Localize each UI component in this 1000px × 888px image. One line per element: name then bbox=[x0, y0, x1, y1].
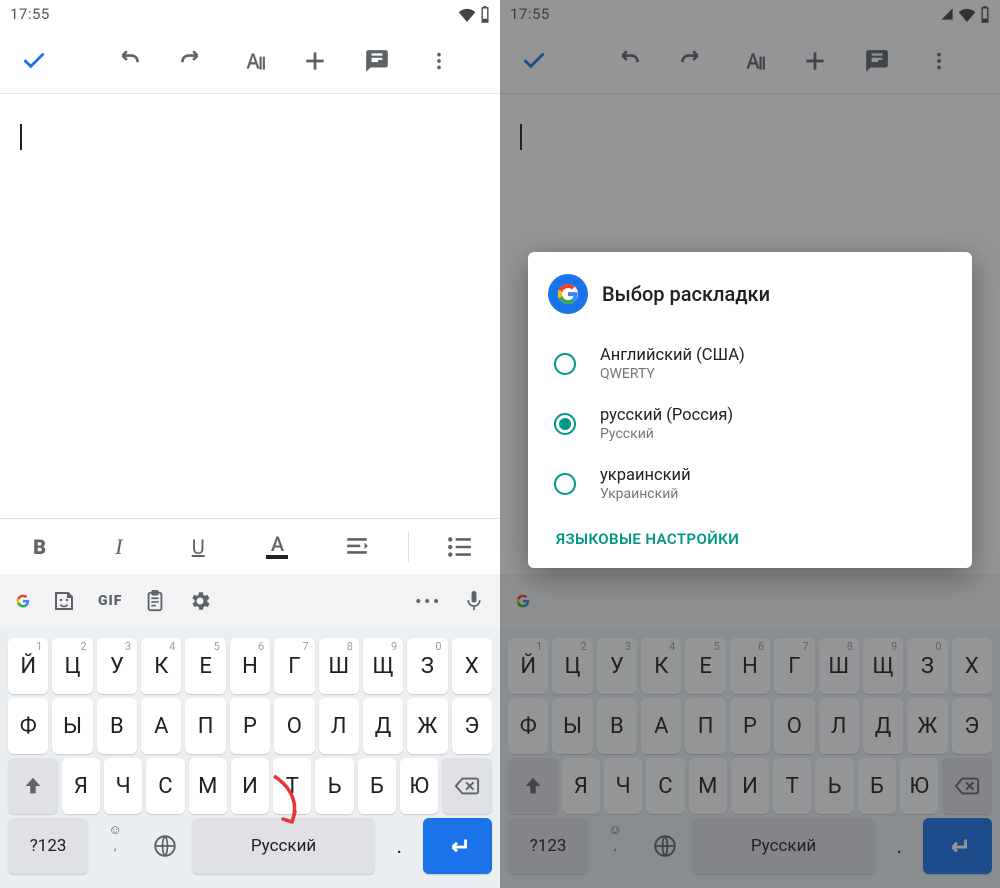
overflow-button[interactable] bbox=[411, 33, 467, 89]
key-Ы[interactable]: Ы bbox=[52, 698, 92, 754]
key-Х[interactable]: Х bbox=[452, 638, 492, 694]
option-labels: Английский (США)QWERTY bbox=[600, 346, 745, 382]
text-format-button[interactable] bbox=[225, 33, 281, 89]
document-area[interactable] bbox=[0, 94, 500, 518]
key-Щ[interactable]: Щ9 bbox=[363, 638, 403, 694]
key-row-1: Й1Ц2У3К4Е5Н6Г7Ш8Щ9З0Х bbox=[6, 638, 494, 694]
dialog-header: Выбор раскладки bbox=[548, 274, 952, 314]
layout-picker-dialog: Выбор раскладки Английский (США)QWERTY ру… bbox=[528, 252, 972, 568]
option-sub: QWERTY bbox=[600, 366, 745, 382]
key-Ц[interactable]: Ц2 bbox=[52, 638, 92, 694]
gear-icon[interactable] bbox=[182, 589, 218, 613]
google-icon[interactable] bbox=[10, 588, 36, 614]
clipboard-icon[interactable] bbox=[138, 589, 172, 613]
enter-key[interactable] bbox=[423, 818, 492, 874]
key-Т[interactable]: Т bbox=[273, 758, 311, 814]
bold-button[interactable]: B bbox=[12, 519, 68, 575]
key-Й[interactable]: Й1 bbox=[8, 638, 48, 694]
status-bar: 17:55 bbox=[0, 0, 500, 28]
option-sub: Русский bbox=[600, 426, 733, 442]
language-key[interactable] bbox=[142, 818, 188, 874]
key-Ь[interactable]: Ь bbox=[315, 758, 353, 814]
status-time: 17:55 bbox=[10, 5, 50, 23]
align-button[interactable] bbox=[329, 519, 385, 575]
key-З[interactable]: З0 bbox=[407, 638, 447, 694]
layout-option-1[interactable]: русский (Россия)Русский bbox=[548, 394, 952, 454]
text-color-button[interactable]: A bbox=[249, 519, 305, 575]
key-Р[interactable]: Р bbox=[230, 698, 270, 754]
sticker-icon[interactable] bbox=[46, 589, 82, 613]
key-Ю[interactable]: Ю bbox=[400, 758, 438, 814]
gif-button[interactable]: GIF bbox=[92, 593, 128, 609]
backspace-key[interactable] bbox=[442, 758, 492, 814]
key-В[interactable]: В bbox=[97, 698, 137, 754]
key-Ш[interactable]: Ш8 bbox=[319, 638, 359, 694]
text-cursor bbox=[20, 124, 22, 150]
gboard-app-icon bbox=[548, 274, 588, 314]
language-settings-button[interactable]: ЯЗЫКОВЫЕ НАСТРОЙКИ bbox=[548, 514, 952, 554]
key-С[interactable]: С bbox=[146, 758, 184, 814]
symbols-key[interactable]: ?123 bbox=[8, 818, 88, 874]
mic-icon[interactable] bbox=[458, 589, 490, 613]
key-Е[interactable]: Е5 bbox=[185, 638, 225, 694]
spacebar-key[interactable]: Русский bbox=[192, 818, 375, 874]
list-button[interactable] bbox=[432, 519, 488, 575]
radio-icon bbox=[554, 413, 576, 435]
wifi-icon bbox=[458, 7, 476, 22]
more-button[interactable]: ••• bbox=[409, 592, 448, 611]
emoji-key[interactable]: ,☺ bbox=[92, 818, 138, 874]
radio-icon bbox=[554, 353, 576, 375]
key-Д[interactable]: Д bbox=[363, 698, 403, 754]
divider bbox=[408, 532, 409, 562]
key-О[interactable]: О bbox=[274, 698, 314, 754]
editor-toolbar bbox=[0, 28, 500, 94]
option-main: Английский (США) bbox=[600, 346, 745, 365]
key-Н[interactable]: Н6 bbox=[230, 638, 270, 694]
key-Я[interactable]: Я bbox=[62, 758, 100, 814]
key-Ф[interactable]: Ф bbox=[8, 698, 48, 754]
key-А[interactable]: А bbox=[141, 698, 181, 754]
option-main: русский (Россия) bbox=[600, 406, 733, 425]
radio-icon bbox=[554, 473, 576, 495]
keyboard-suggestions: GIF ••• bbox=[0, 574, 500, 628]
option-sub: Украинский bbox=[600, 486, 691, 502]
key-row-3: ЯЧСМИТЬБЮ bbox=[6, 758, 494, 814]
key-К[interactable]: К4 bbox=[141, 638, 181, 694]
key-row-4: ?123 ,☺ Русский . bbox=[6, 818, 494, 874]
key-row-2: ФЫВАПРОЛДЖЭ bbox=[6, 698, 494, 754]
redo-button[interactable] bbox=[163, 33, 219, 89]
key-У[interactable]: У3 bbox=[97, 638, 137, 694]
format-bar: B I U A bbox=[0, 518, 500, 574]
option-labels: украинскийУкраинский bbox=[600, 466, 691, 502]
confirm-button[interactable] bbox=[6, 33, 62, 89]
shift-key[interactable] bbox=[8, 758, 58, 814]
italic-button[interactable]: I bbox=[91, 519, 147, 575]
key-М[interactable]: М bbox=[189, 758, 227, 814]
option-main: украинский bbox=[600, 466, 691, 485]
dialog-title: Выбор раскладки bbox=[602, 282, 770, 306]
option-labels: русский (Россия)Русский bbox=[600, 406, 733, 442]
underline-button[interactable]: U bbox=[170, 519, 226, 575]
key-Ч[interactable]: Ч bbox=[104, 758, 142, 814]
key-Ж[interactable]: Ж bbox=[407, 698, 447, 754]
keyboard: Й1Ц2У3К4Е5Н6Г7Ш8Щ9З0Х ФЫВАПРОЛДЖЭ ЯЧСМИТ… bbox=[0, 628, 500, 888]
phone-right: 17:55 Й1Ц2У3К4Е5Н6Г7Ш8Щ9З0Х ФЫВАПРОЛДЖЭ … bbox=[500, 0, 1000, 888]
layout-option-2[interactable]: украинскийУкраинский bbox=[548, 454, 952, 514]
status-icons bbox=[458, 6, 490, 23]
period-key[interactable]: . bbox=[379, 818, 419, 874]
key-Э[interactable]: Э bbox=[452, 698, 492, 754]
key-И[interactable]: И bbox=[231, 758, 269, 814]
key-Б[interactable]: Б bbox=[358, 758, 396, 814]
battery-icon bbox=[480, 6, 490, 23]
key-П[interactable]: П bbox=[185, 698, 225, 754]
key-Г[interactable]: Г7 bbox=[274, 638, 314, 694]
key-Л[interactable]: Л bbox=[319, 698, 359, 754]
phone-left: 17:55 B I U bbox=[0, 0, 500, 888]
undo-button[interactable] bbox=[101, 33, 157, 89]
comment-button[interactable] bbox=[349, 33, 405, 89]
layout-option-0[interactable]: Английский (США)QWERTY bbox=[548, 334, 952, 394]
add-button[interactable] bbox=[287, 33, 343, 89]
